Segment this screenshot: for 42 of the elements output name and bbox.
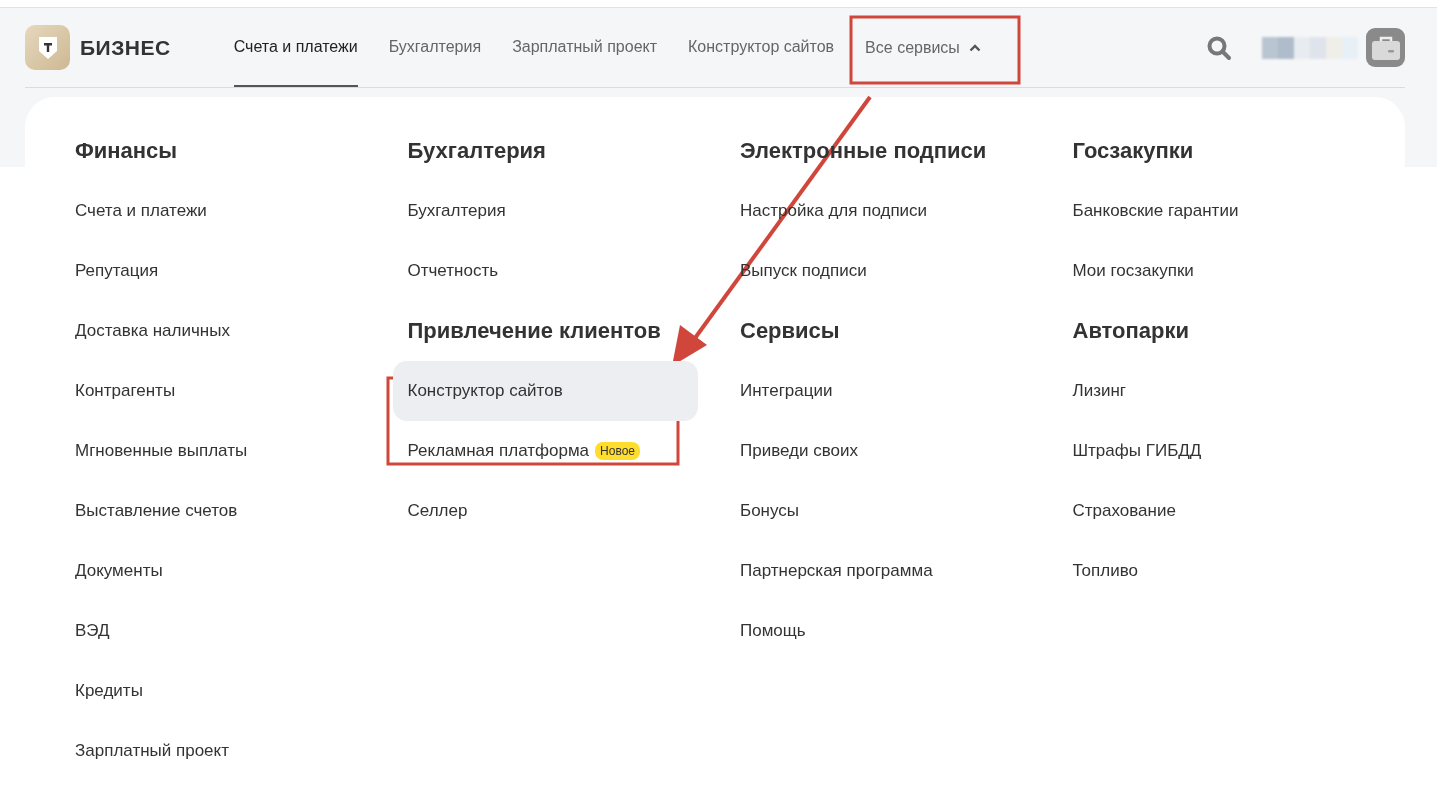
menu-item[interactable]: Конструктор сайтов (392, 361, 698, 421)
all-services-dropdown[interactable]: Все сервисы (865, 8, 981, 87)
menu-item[interactable]: Счета и платежи (60, 181, 365, 241)
menu-item[interactable]: Рекламная платформа Новое (392, 421, 698, 481)
menu-item[interactable]: Репутация (60, 241, 365, 301)
search-icon[interactable] (1206, 34, 1232, 61)
menu-item[interactable]: ВЭД (60, 601, 365, 661)
menu-item[interactable]: Банковские гарантии (1057, 181, 1363, 241)
brand-name: БИЗНЕС (80, 35, 171, 60)
menu-item[interactable]: Отчетность (392, 241, 698, 301)
menu-item[interactable]: Лизинг (1057, 361, 1363, 421)
menu-item[interactable]: Интеграции (725, 361, 1030, 421)
nav-tab[interactable]: Бухгалтерия (388, 8, 482, 87)
menu-item[interactable]: Доставка наличных (60, 301, 365, 361)
menu-item[interactable]: Страхование (1057, 481, 1363, 541)
section-title: Бухгалтерия (407, 137, 547, 165)
section-title: Сервисы (740, 317, 841, 345)
menu-item[interactable]: Кредиты (60, 661, 365, 721)
menu-item[interactable]: Приведи своих (725, 421, 1030, 481)
menu-item[interactable]: Зарплатный проект (60, 721, 365, 781)
briefcase-avatar-icon[interactable] (1366, 28, 1405, 67)
menu-item[interactable]: Помощь (725, 601, 1030, 661)
menu-item[interactable]: Бухгалтерия (392, 181, 698, 241)
new-badge: Новое (595, 442, 640, 460)
menu-item[interactable]: Топливо (1057, 541, 1363, 601)
menu-item[interactable]: Бонусы (725, 481, 1030, 541)
menu-item[interactable]: Контрагенты (60, 361, 365, 421)
menu-item[interactable]: Партнерская программа (725, 541, 1030, 601)
menu-item[interactable]: Мои госзакупки (1057, 241, 1363, 301)
menu-item[interactable]: Мгновенные выплаты (60, 421, 365, 481)
menu-item[interactable]: Штрафы ГИБДД (1057, 421, 1363, 481)
section-title: Автопарки (1072, 317, 1191, 345)
nav-tab[interactable]: Конструктор сайтов (688, 8, 835, 87)
menu-item[interactable]: Селлер (392, 481, 698, 541)
chevron-icon (968, 43, 981, 52)
section-title: Привлечение клиентов (407, 317, 662, 345)
nav-tab[interactable]: Зарплатный проект (512, 8, 658, 87)
menu-item[interactable]: Документы (60, 541, 365, 601)
shield-logo-icon[interactable] (25, 25, 70, 70)
section-title: Госзакупки (1072, 137, 1195, 165)
menu-item[interactable]: Выставление счетов (60, 481, 365, 541)
section-title: Финансы (75, 137, 179, 165)
